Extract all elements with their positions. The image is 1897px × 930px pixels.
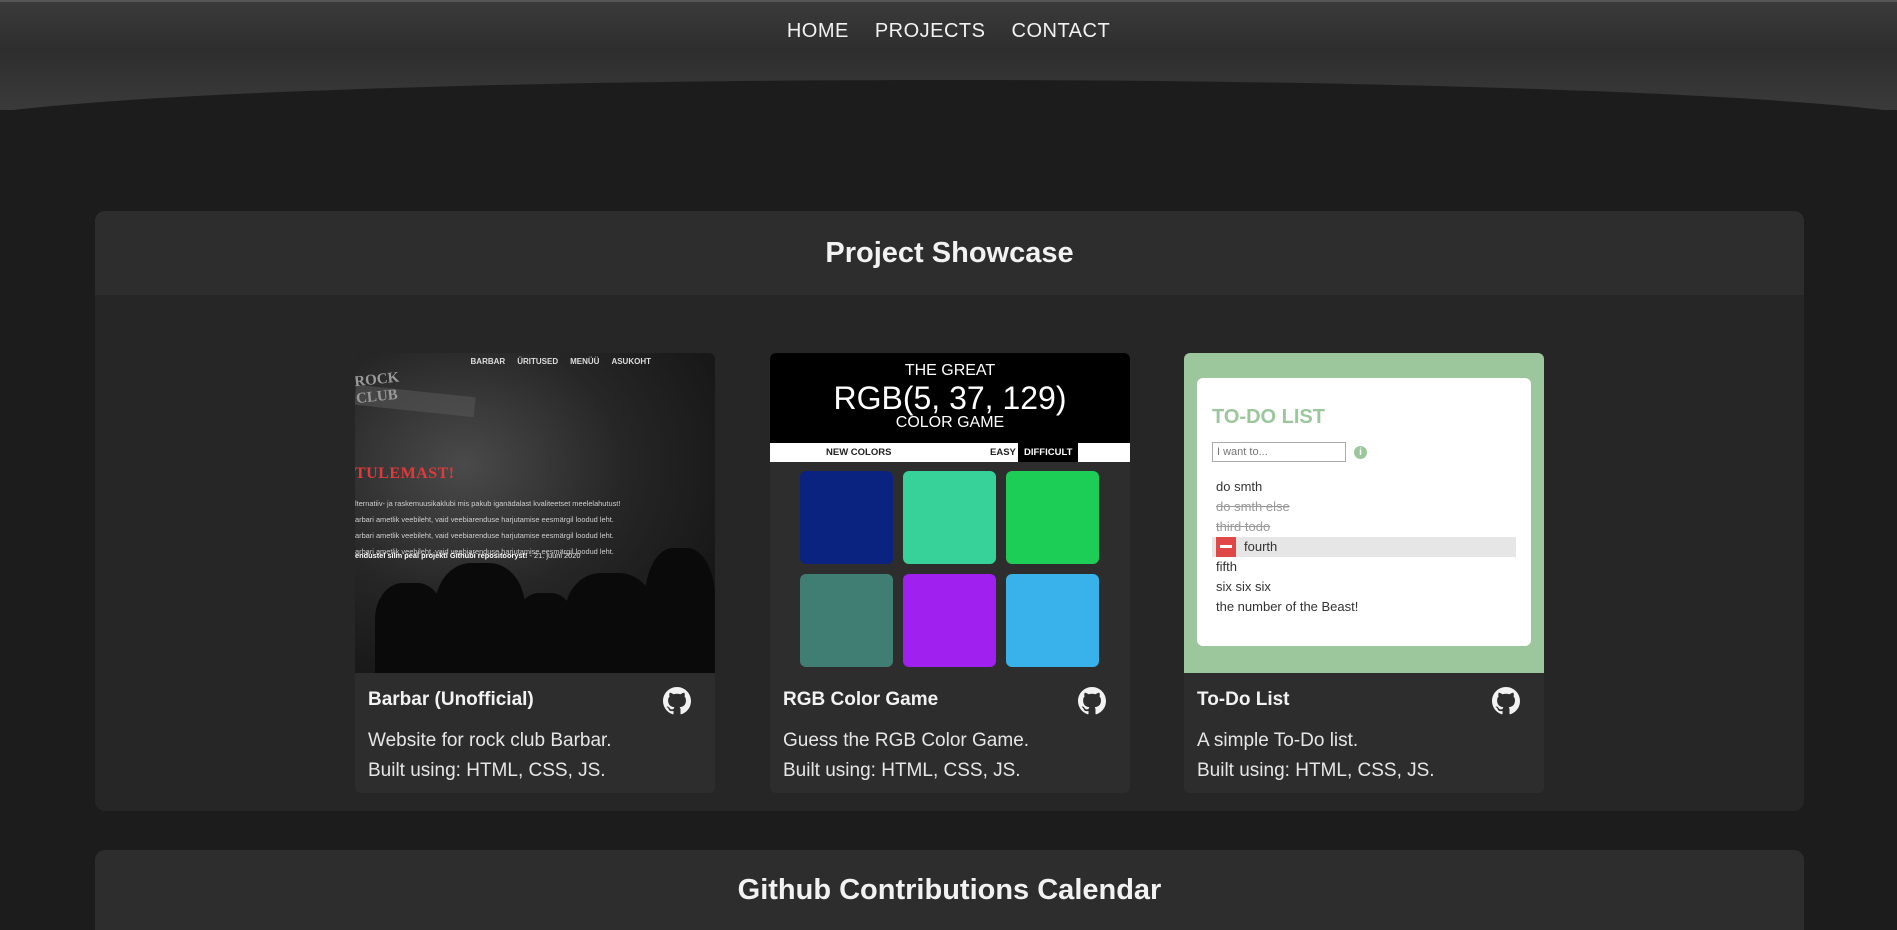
rgb-control-bar: NEW COLORS EASY DIFFICULT: [770, 443, 1130, 462]
card-title: RGB Color Game: [783, 689, 939, 710]
rgb-difficult: DIFFICULT: [1018, 443, 1079, 462]
todo-item-text: fifth: [1216, 559, 1237, 574]
todo-item-text: do smth else: [1216, 499, 1290, 514]
todo-app-box: TO-DO LIST I want to... i do smth do smth…: [1197, 378, 1531, 646]
project-card-todo[interactable]: TO-DO LIST I want to... i do smth do smth…: [1184, 353, 1544, 793]
project-card-rgb[interactable]: THE GREAT RGB(5, 37, 129) COLOR GAME NEW…: [770, 353, 1130, 793]
todo-item-text: six six six: [1216, 579, 1271, 594]
todo-item: the number of the Beast!: [1212, 597, 1516, 617]
todo-item: fifth: [1212, 557, 1516, 577]
barbar-thumb-nav-item: BARBAR: [470, 357, 506, 366]
card-title: To-Do List: [1197, 689, 1290, 710]
color-square: [903, 471, 996, 564]
showcase-title: Project Showcase: [825, 236, 1074, 269]
color-square: [903, 574, 996, 667]
crowd-silhouette: [645, 548, 715, 673]
card-description: A simple To-Do list. Built using: HTML, …: [1197, 726, 1435, 786]
rgb-new-colors: NEW COLORS: [826, 447, 892, 458]
github-icon[interactable]: [663, 687, 691, 715]
github-icon[interactable]: [1492, 687, 1520, 715]
todo-title: TO-DO LIST: [1212, 406, 1325, 428]
todo-item-text: the number of the Beast!: [1216, 599, 1359, 614]
todo-item: fourth: [1212, 537, 1516, 557]
delete-icon: [1216, 537, 1236, 557]
barbar-thumb-nav-item: ASUKOHT: [611, 357, 651, 366]
showcase-header: Project Showcase: [95, 211, 1804, 295]
card-title: Barbar (Unofficial): [368, 689, 534, 710]
barbar-text-line: arbari ametlik veebileht, vaid veebiaren…: [355, 515, 614, 524]
card-description: Guess the RGB Color Game. Built using: H…: [783, 726, 1029, 786]
barbar-footer-bold: endustel silm peal projekti Githubi repo…: [355, 551, 528, 560]
barbar-thumb-nav-item: ÜRITUSED: [517, 357, 559, 366]
github-icon[interactable]: [1078, 687, 1106, 715]
card-description-line: Built using: HTML, CSS, JS.: [1197, 760, 1435, 781]
site-header: HOME PROJECTS CONTACT: [0, 0, 1897, 200]
info-icon: i: [1354, 446, 1367, 459]
crowd-silhouette: [435, 563, 525, 673]
rgb-line-3: COLOR GAME: [895, 414, 1005, 431]
todo-item: do smth: [1212, 477, 1516, 497]
card-description-line: Guess the RGB Color Game.: [783, 730, 1030, 751]
todo-item-text: third todo: [1216, 519, 1271, 534]
todo-item: third todo: [1212, 517, 1516, 537]
barbar-heading: TULEMAST!: [355, 465, 455, 482]
card-description-line: Website for rock club Barbar.: [368, 730, 612, 751]
color-square: [800, 574, 893, 667]
todo-thumbnail[interactable]: TO-DO LIST I want to... i do smth do smth…: [1184, 353, 1544, 673]
card-description-line: A simple To-Do list.: [1197, 730, 1359, 751]
rgb-line-1: THE GREAT: [904, 362, 996, 379]
project-card-barbar[interactable]: BARBAR ÜRITUSED MENÜÜ ASUKOHT ROCK CLUB …: [355, 353, 715, 793]
color-square: [800, 471, 893, 564]
crowd-silhouette: [565, 573, 655, 673]
barbar-thumb-nav: BARBAR ÜRITUSED MENÜÜ ASUKOHT: [471, 357, 651, 366]
nav-contact-link[interactable]: CONTACT: [1012, 20, 1111, 43]
rgb-game-header: THE GREAT RGB(5, 37, 129) COLOR GAME: [770, 353, 1130, 443]
todo-item-text: do smth: [1216, 479, 1263, 494]
barbar-thumb-nav-item: MENÜÜ: [570, 357, 600, 366]
main-nav: HOME PROJECTS CONTACT: [0, 20, 1897, 43]
barbar-text-line: arbari ametlik veebileht, vaid veebiaren…: [355, 531, 614, 540]
card-description: Website for rock club Barbar. Built usin…: [368, 726, 612, 786]
todo-item-text: fourth: [1244, 539, 1278, 554]
header-curve: [0, 80, 1897, 200]
rgb-easy: EASY: [990, 447, 1016, 458]
barbar-footer-date: - 21. juuni 2020: [529, 551, 581, 560]
barbar-text-line: lternatiiv- ja raskemuusikaklubi mis pak…: [355, 499, 621, 508]
calendar-title: Github Contributions Calendar: [737, 874, 1162, 906]
github-calendar-panel: Github Contributions Calendar: [95, 850, 1804, 930]
barbar-thumbnail[interactable]: BARBAR ÜRITUSED MENÜÜ ASUKOHT ROCK CLUB …: [355, 353, 715, 673]
todo-item: do smth else: [1212, 497, 1516, 517]
rgb-target-color: RGB(5, 37, 129): [833, 380, 1067, 416]
color-square: [1006, 574, 1099, 667]
card-description-line: Built using: HTML, CSS, JS.: [368, 760, 606, 781]
nav-home-link[interactable]: HOME: [787, 20, 849, 43]
nav-projects-link[interactable]: PROJECTS: [875, 20, 986, 43]
todo-item: six six six: [1212, 577, 1516, 597]
color-square: [1006, 471, 1099, 564]
rgb-thumbnail[interactable]: THE GREAT RGB(5, 37, 129) COLOR GAME NEW…: [770, 353, 1130, 673]
card-description-line: Built using: HTML, CSS, JS.: [783, 760, 1021, 781]
barbar-footer-text: endustel silm peal projekti Githubi repo…: [355, 551, 581, 560]
todo-input-placeholder: I want to...: [1212, 442, 1346, 462]
